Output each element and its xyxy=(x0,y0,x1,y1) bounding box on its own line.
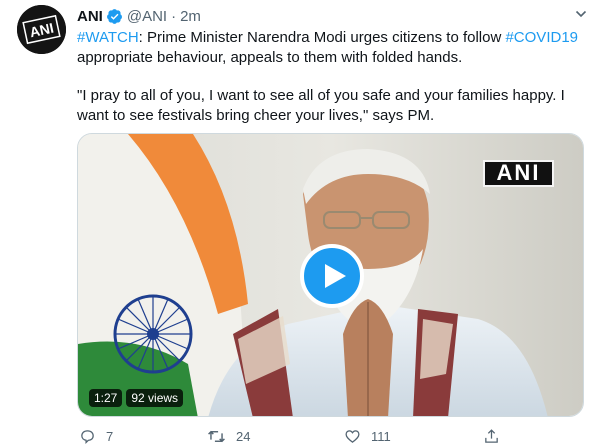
video-player[interactable]: ANI 1:27 92 views xyxy=(77,133,584,417)
retweet-icon xyxy=(208,430,225,443)
video-meta: 1:27 92 views xyxy=(89,389,184,407)
tweet-paragraph-1: #WATCH: Prime Minister Narendra Modi urg… xyxy=(77,28,587,67)
tweet-text-tail: appropriate behaviour, appeals to them w… xyxy=(77,48,463,66)
share-icon xyxy=(485,429,498,443)
share-button[interactable] xyxy=(483,428,500,445)
verified-badge-icon xyxy=(106,8,122,24)
ashoka-chakra-icon xyxy=(113,294,193,374)
play-icon xyxy=(325,264,346,288)
tweet-header: ANI @ANI · 2m xyxy=(77,5,201,27)
chevron-down-icon[interactable] xyxy=(575,8,587,20)
tweet[interactable]: ANI ANI @ANI · 2m #WATCH: Prime Minister… xyxy=(0,0,599,448)
video-views: 92 views xyxy=(126,389,184,407)
retweet-button[interactable]: 24 xyxy=(207,428,250,445)
hashtag-watch[interactable]: #WATCH xyxy=(77,29,139,46)
video-duration: 1:27 xyxy=(89,389,123,407)
reply-count: 7 xyxy=(106,429,114,444)
avatar[interactable]: ANI xyxy=(17,5,66,54)
retweet-count: 24 xyxy=(236,429,251,444)
timestamp[interactable]: 2m xyxy=(180,8,201,25)
ani-watermark: ANI xyxy=(483,160,554,187)
reply-button[interactable]: 7 xyxy=(79,428,113,445)
hashtag-covid19[interactable]: #COVID19 xyxy=(505,29,578,46)
like-count: 111 xyxy=(371,429,391,444)
tweet-quote: "I pray to all of you, I want to see all… xyxy=(77,87,565,124)
play-button[interactable] xyxy=(300,244,364,308)
author-handle[interactable]: @ANI xyxy=(127,8,167,25)
reply-icon xyxy=(81,430,94,445)
display-name[interactable]: ANI xyxy=(77,8,103,25)
separator-dot: · xyxy=(171,7,177,25)
tweet-actions: 7 24 111 xyxy=(77,428,587,448)
like-button[interactable]: 111 xyxy=(344,428,391,445)
ani-logo-icon: ANI xyxy=(17,5,66,54)
tweet-text-body: : Prime Minister Narendra Modi urges cit… xyxy=(138,29,506,46)
heart-icon xyxy=(345,430,360,443)
tweet-text: #WATCH: Prime Minister Narendra Modi urg… xyxy=(77,28,587,125)
